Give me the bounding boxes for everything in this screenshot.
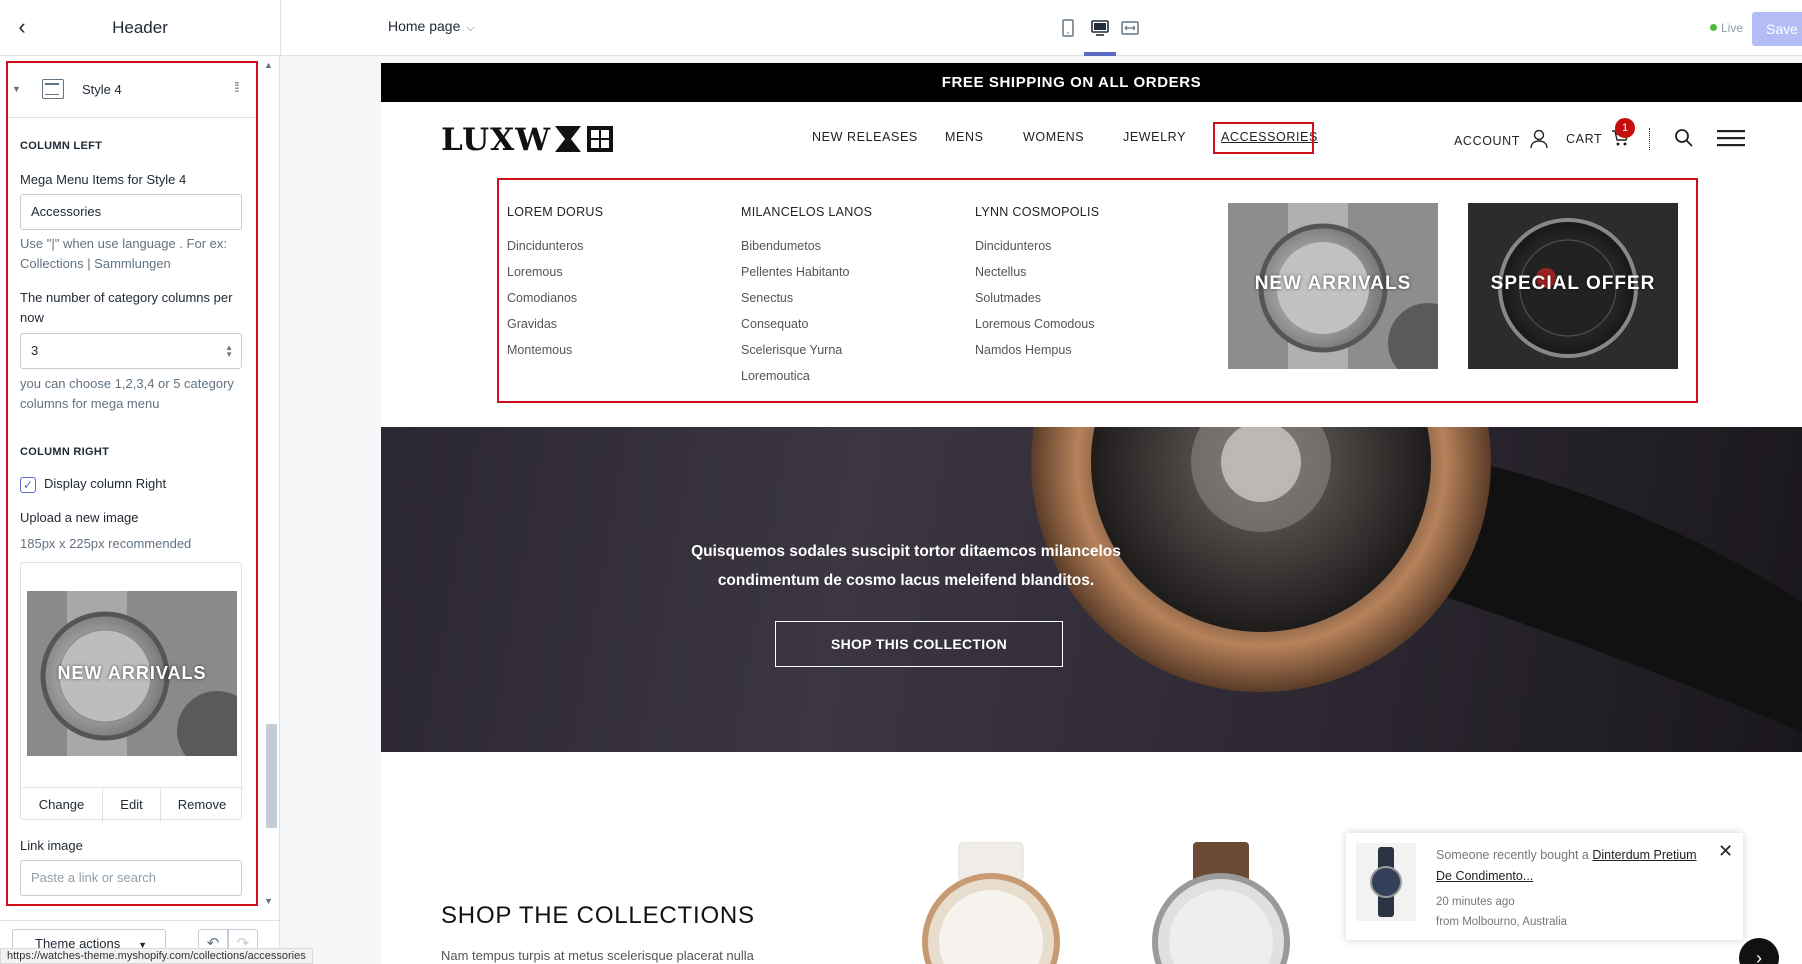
popup-location: from Molbourno, Australia — [1436, 916, 1568, 928]
editor-topbar: ‹ Header Home page ⌵ Live Save — [0, 0, 1802, 56]
hero-text: Quisquemos sodales suscipit tortor ditae… — [691, 543, 1121, 589]
mega-link[interactable]: Gravidas — [507, 317, 557, 331]
live-status: Live — [1710, 21, 1743, 35]
header-separator — [1649, 128, 1650, 150]
mega-promo-special-offer[interactable]: SPECIAL OFFER — [1468, 203, 1678, 369]
mega-menu-dropdown: LOREM DORUS Dincidunteros Loremous Comod… — [381, 172, 1802, 427]
mega-link[interactable]: Montemous — [507, 343, 572, 357]
popup-product-image — [1356, 843, 1416, 921]
mega-link[interactable]: Senectus — [741, 291, 793, 305]
account-link[interactable]: ACCOUNT — [1454, 129, 1548, 149]
mega-link[interactable]: Namdos Hempus — [975, 343, 1072, 357]
page-selector[interactable]: Home page ⌵ — [388, 18, 475, 35]
storefront-preview: FREE SHIPPING ON ALL ORDERS LUXW NEW REL… — [381, 63, 1802, 964]
popup-prefix: Someone recently bought a — [1436, 848, 1589, 862]
cart-count-badge: 1 — [1615, 118, 1635, 138]
mega-link[interactable]: Loremous — [507, 265, 563, 279]
mega-col-heading: MILANCELOS LANOS — [741, 205, 873, 219]
mega-link[interactable]: Bibendumetos — [741, 239, 821, 253]
popup-time: 20 minutes ago — [1436, 896, 1515, 908]
mega-link[interactable]: Dincidunteros — [507, 239, 583, 253]
mega-link[interactable]: Nectellus — [975, 265, 1026, 279]
desktop-view-icon[interactable] — [1090, 18, 1110, 38]
settings-sidebar: ▲ ▼ ▼ Style 4 ⁞⁞ COLUMN LEFT Mega Menu I… — [0, 56, 280, 964]
store-header: LUXW NEW RELEASES MENS WOMENS JEWELRY AC… — [381, 102, 1802, 172]
account-label: ACCOUNT — [1454, 134, 1520, 148]
announcement-bar: FREE SHIPPING ON ALL ORDERS — [381, 63, 1802, 102]
mega-link[interactable]: Scelerisque Yurna — [741, 343, 842, 357]
popup-message: Someone recently bought a Dinterdum Pret… — [1436, 845, 1706, 887]
mega-promo-new-arrivals[interactable]: NEW ARRIVALS — [1228, 203, 1438, 369]
logo-text: LUXW — [441, 122, 552, 158]
watch-image — [1370, 847, 1402, 917]
shop-collection-button[interactable]: SHOP THIS COLLECTION — [775, 621, 1063, 667]
nav-womens[interactable]: WOMENS — [1023, 130, 1084, 144]
fullscreen-view-icon[interactable] — [1120, 18, 1140, 38]
sidebar-highlight-box — [6, 61, 258, 906]
mega-link[interactable]: Solutmades — [975, 291, 1041, 305]
user-icon — [1530, 129, 1548, 149]
sidebar-scrollbar[interactable] — [266, 724, 277, 828]
mega-link[interactable]: Comodianos — [507, 291, 577, 305]
live-dot-icon — [1710, 24, 1717, 31]
collections-text: Nam tempus turpis at metus scelerisque p… — [441, 948, 754, 963]
chevron-down-icon: ⌵ — [466, 22, 475, 34]
device-active-indicator — [1084, 52, 1116, 56]
collection-watches-image — [922, 842, 1290, 964]
promo-caption: SPECIAL OFFER — [1490, 273, 1656, 294]
mega-link[interactable]: Dincidunteros — [975, 239, 1051, 253]
mega-col-heading: LYNN COSMOPOLIS — [975, 205, 1100, 219]
recent-purchase-popup: Someone recently bought a Dinterdum Pret… — [1346, 833, 1743, 940]
panel-title: Header — [112, 18, 168, 37]
status-bar-url: https://watches-theme.myshopify.com/coll… — [0, 948, 313, 964]
nav-new-releases[interactable]: NEW RELEASES — [812, 130, 918, 144]
scroll-up-icon[interactable]: ▲ — [264, 60, 273, 70]
save-button[interactable]: Save — [1752, 12, 1802, 46]
logo-mark-icon — [555, 126, 614, 152]
mobile-view-icon[interactable] — [1058, 18, 1078, 38]
hamburger-menu-icon[interactable] — [1717, 129, 1745, 147]
live-label: Live — [1721, 21, 1744, 35]
nav-highlight-box — [1213, 122, 1314, 154]
nav-mens[interactable]: MENS — [945, 130, 984, 144]
promo-caption: NEW ARRIVALS — [1254, 273, 1412, 294]
nav-jewelry[interactable]: JEWELRY — [1123, 130, 1186, 144]
page-selector-label: Home page — [388, 18, 461, 34]
mega-col-heading: LOREM DORUS — [507, 205, 604, 219]
scroll-down-icon[interactable]: ▼ — [264, 896, 273, 906]
search-icon[interactable] — [1674, 128, 1694, 148]
mega-link[interactable]: Pellentes Habitanto — [741, 265, 849, 279]
cart-label: CART — [1566, 132, 1602, 146]
mega-link[interactable]: Loremoutica — [741, 369, 810, 383]
close-icon[interactable]: ✕ — [1718, 841, 1733, 862]
topbar-divider — [280, 0, 281, 56]
store-logo[interactable]: LUXW — [441, 122, 631, 158]
collections-title: SHOP THE COLLECTIONS — [441, 902, 755, 929]
mega-link[interactable]: Loremous Comodous — [975, 317, 1095, 331]
mega-link[interactable]: Consequato — [741, 317, 808, 331]
